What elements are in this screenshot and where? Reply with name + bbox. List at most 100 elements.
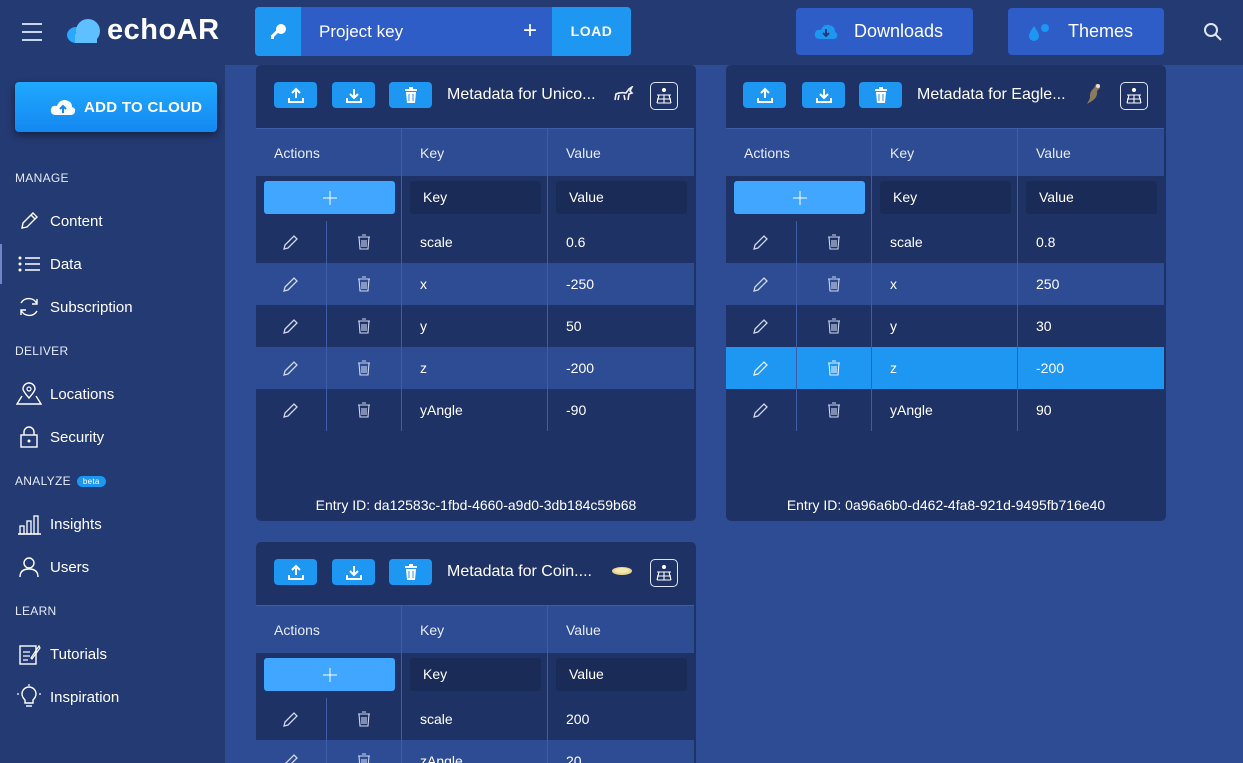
downloads-button[interactable]: Downloads: [796, 8, 973, 55]
row-key: scale: [872, 221, 1018, 263]
sidebar-item-tutorials[interactable]: Tutorials: [0, 634, 225, 674]
add-to-cloud-button[interactable]: ADD TO CLOUD: [15, 82, 217, 132]
download-button[interactable]: [332, 559, 375, 585]
sidebar-item-security[interactable]: Security: [0, 417, 225, 457]
table-row: z -200: [256, 347, 694, 389]
row-key: x: [872, 263, 1018, 305]
column-header-actions: Actions: [256, 606, 402, 653]
column-header-actions: Actions: [256, 129, 402, 176]
ar-grid-icon: [1126, 88, 1142, 104]
table-header-row: Actions Key Value: [256, 605, 694, 653]
delete-row-button[interactable]: [797, 389, 872, 431]
entry-id: Entry ID: da12583c-1fbd-4660-a9d0-3db184…: [315, 497, 637, 513]
delete-button[interactable]: [859, 82, 902, 108]
new-entry-actions-cell: [256, 653, 402, 698]
sidebar-item-label: Insights: [50, 515, 102, 533]
row-key: x: [402, 263, 548, 305]
download-button[interactable]: [332, 82, 375, 108]
column-header-key: Key: [872, 129, 1018, 176]
download-button[interactable]: [802, 82, 845, 108]
key-input[interactable]: Key: [880, 181, 1011, 214]
edit-button[interactable]: [256, 221, 327, 263]
delete-row-button[interactable]: [797, 305, 872, 347]
add-entry-button[interactable]: [734, 181, 865, 214]
sidebar-item-content[interactable]: Content: [0, 201, 225, 241]
card-title: Metadata for Unico...: [447, 86, 596, 103]
load-button[interactable]: LOAD: [552, 7, 631, 56]
menu-icon[interactable]: [22, 23, 42, 41]
section-analyze: ANALYZE beta: [15, 474, 106, 488]
key-input[interactable]: Key: [410, 658, 541, 691]
new-entry-key-cell: Key: [872, 176, 1018, 221]
pencil-icon: [283, 235, 298, 250]
edit-button[interactable]: [256, 263, 327, 305]
pencil-icon: [283, 712, 298, 727]
logo-text: echoAR: [107, 14, 220, 46]
add-to-cloud-label: ADD TO CLOUD: [84, 98, 203, 116]
new-entry-row: Key Value: [256, 653, 694, 698]
edit-button[interactable]: [726, 305, 797, 347]
edit-button[interactable]: [726, 263, 797, 305]
themes-button[interactable]: Themes: [1008, 8, 1164, 55]
value-input[interactable]: Value: [556, 181, 687, 214]
sidebar-item-label: Users: [50, 558, 90, 576]
cloud-download-icon: [814, 23, 838, 41]
edit-button[interactable]: [256, 740, 327, 763]
sidebar-item-insights[interactable]: Insights: [0, 504, 225, 544]
key-input[interactable]: Key: [410, 181, 541, 214]
edit-button[interactable]: [256, 305, 327, 347]
sidebar-item-locations[interactable]: Locations: [0, 374, 225, 414]
pencil-icon: [285, 754, 298, 763]
plus-icon: [322, 190, 337, 205]
add-entry-button[interactable]: [264, 658, 395, 691]
upload-button[interactable]: [274, 559, 317, 585]
ar-view-button[interactable]: [650, 82, 678, 110]
metadata-table: Actions Key Value Key Value scale 200 zA…: [256, 605, 694, 763]
table-row: x 250: [726, 263, 1164, 305]
delete-row-button[interactable]: [327, 347, 402, 389]
ar-view-button[interactable]: [650, 559, 678, 587]
ar-view-button[interactable]: [1120, 82, 1148, 110]
delete-row-button[interactable]: [327, 221, 402, 263]
delete-row-button[interactable]: [327, 305, 402, 347]
delete-row-button[interactable]: [327, 740, 402, 763]
row-value: -200: [1036, 360, 1065, 376]
section-analyze-label: ANALYZE: [15, 474, 71, 488]
edit-button[interactable]: [726, 221, 797, 263]
new-entry-value-cell: Value: [1018, 176, 1164, 221]
delete-row-button[interactable]: [797, 263, 872, 305]
add-entry-button[interactable]: [264, 181, 395, 214]
edit-button[interactable]: [256, 698, 327, 740]
search-icon[interactable]: [1203, 22, 1223, 47]
cloud-upload-icon: [50, 98, 76, 116]
notepad-icon: [16, 642, 42, 666]
upload-button[interactable]: [274, 82, 317, 108]
download-icon: [815, 89, 832, 103]
pencil-icon: [283, 403, 298, 418]
edit-button[interactable]: [256, 347, 327, 389]
delete-row-button[interactable]: [327, 389, 402, 431]
project-key-input[interactable]: Project key: [301, 7, 508, 56]
value-input[interactable]: Value: [1026, 181, 1157, 214]
metadata-card-unicorn: Metadata for Unico... Actions Key Value …: [256, 65, 696, 521]
edit-button[interactable]: [256, 389, 327, 431]
sidebar-item-data[interactable]: Data: [0, 244, 225, 284]
pencil-icon: [753, 361, 768, 376]
value-input[interactable]: Value: [556, 658, 687, 691]
trash-icon: [404, 564, 417, 580]
sidebar-item-inspiration[interactable]: Inspiration: [0, 677, 225, 717]
sidebar-item-subscription[interactable]: Subscription: [0, 287, 225, 327]
logo[interactable]: echoAR: [66, 14, 220, 47]
delete-row-button[interactable]: [797, 347, 872, 389]
delete-button[interactable]: [389, 82, 432, 108]
delete-row-button[interactable]: [327, 698, 402, 740]
sidebar-item-users[interactable]: Users: [0, 547, 225, 587]
delete-row-button[interactable]: [327, 263, 402, 305]
add-project-key-button[interactable]: +: [508, 7, 552, 56]
delete-button[interactable]: [389, 559, 432, 585]
edit-button[interactable]: [726, 389, 797, 431]
edit-button[interactable]: [726, 347, 797, 389]
column-header-value: Value: [566, 145, 601, 161]
upload-button[interactable]: [743, 82, 786, 108]
delete-row-button[interactable]: [797, 221, 872, 263]
